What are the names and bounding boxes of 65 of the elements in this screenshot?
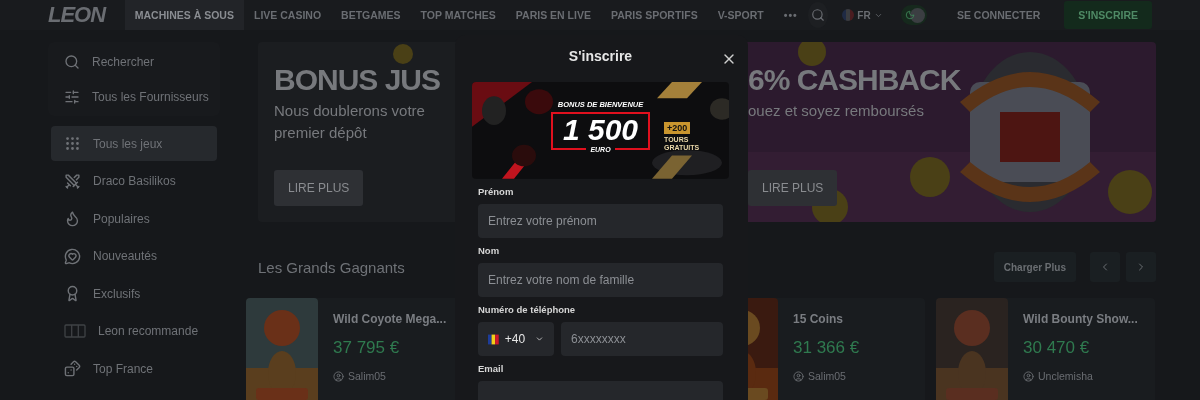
search-button[interactable] <box>807 2 829 28</box>
user-icon <box>793 370 804 382</box>
flag-icon <box>488 333 499 345</box>
sidebar-item[interactable]: Exclusifs <box>51 276 217 311</box>
banner-subtitle: Nous doublerons votre premier dépôt <box>274 101 426 143</box>
text-input[interactable]: Entrez votre nom de famille <box>478 263 723 297</box>
sliders-icon <box>64 88 80 105</box>
nav-link[interactable]: V-SPORT <box>707 0 774 30</box>
swords-icon <box>64 172 81 190</box>
bonus-amount: 1 500 <box>562 114 639 147</box>
field-label: Numéro de téléphone <box>478 304 577 317</box>
game-title: 15 Coins <box>793 312 844 326</box>
nav-link[interactable]: MACHINES À SOUS <box>124 0 244 30</box>
grid-icon <box>64 135 81 152</box>
nav-link[interactable]: PARIS EN LIVE <box>505 0 601 30</box>
field-label: Prénom <box>478 186 515 199</box>
user-icon <box>333 370 344 382</box>
search-icon <box>811 8 826 22</box>
sidebar-item[interactable]: Draco Basilikos <box>51 163 217 199</box>
search-icon <box>64 53 80 70</box>
sidebar-item[interactable]: Populaires <box>51 201 217 236</box>
theme-toggle[interactable] <box>900 5 927 25</box>
win-amount: 37 795 € <box>333 338 401 358</box>
signup-button[interactable]: S'INSCRIRE <box>1064 1 1152 29</box>
nav-link[interactable]: LIVE CASINO <box>243 0 332 30</box>
section-title: Les Grands Gagnants <box>258 258 406 276</box>
user-icon <box>1023 370 1034 382</box>
sidebar-tool[interactable]: Rechercher <box>48 44 220 79</box>
winner-user: Salim05 <box>333 370 447 382</box>
language-selector[interactable]: FR <box>842 9 883 21</box>
sidebar-tool[interactable]: Tous les Fournisseurs <box>48 79 220 114</box>
flame-icon <box>64 210 81 227</box>
load-more-button[interactable]: Charger Plus <box>993 252 1076 282</box>
sidebar-item[interactable]: Nouveautés <box>51 238 217 274</box>
nav-link[interactable]: BETGAMES <box>331 0 411 30</box>
sidebar-item[interactable]: Tous les jeux <box>51 126 217 161</box>
text-input[interactable]: Entrez votre prénom <box>478 204 723 238</box>
dialog-title: S'inscrire <box>568 47 633 64</box>
caret-icon <box>535 334 544 344</box>
login-link[interactable]: SE CONNECTER <box>956 9 1041 21</box>
winner-user: Salim05 <box>793 370 860 382</box>
field-label: Email <box>478 363 505 376</box>
free-spins-badge: +200 <box>664 122 691 135</box>
banner-title: BONUS JUS <box>274 62 441 98</box>
dice-icon <box>64 360 81 377</box>
game-title: Wild Bounty Show... <box>1023 312 1138 326</box>
chat-heart-icon <box>64 247 81 265</box>
moon-icon <box>904 10 915 20</box>
sidebar-item[interactable]: Top France <box>51 351 217 386</box>
phone-input[interactable]: 6xxxxxxxx <box>561 322 723 356</box>
field-label: Nom <box>478 245 501 258</box>
read-more-button[interactable]: LIRE PLUS <box>274 170 364 206</box>
win-amount: 30 470 € <box>1023 338 1091 358</box>
nav-link[interactable]: PARIS SPORTIFS <box>600 0 708 30</box>
slot-reels-icon <box>64 324 86 338</box>
winner-card[interactable]: Wild Bounty Show... 30 470 € Unclemisha <box>936 298 1155 400</box>
game-title: Wild Coyote Mega... <box>333 312 447 326</box>
win-amount: 31 366 € <box>793 338 860 358</box>
sidebar-item[interactable]: Leon recommande <box>51 313 217 349</box>
winner-user: Unclemisha <box>1023 370 1138 382</box>
logo[interactable]: LEON <box>48 2 125 28</box>
more-menu[interactable]: ••• <box>773 0 808 30</box>
nav-link[interactable]: TOP MATCHES <box>410 0 506 30</box>
flag-icon <box>842 9 855 21</box>
country-code-select[interactable]: +40 <box>478 322 554 356</box>
